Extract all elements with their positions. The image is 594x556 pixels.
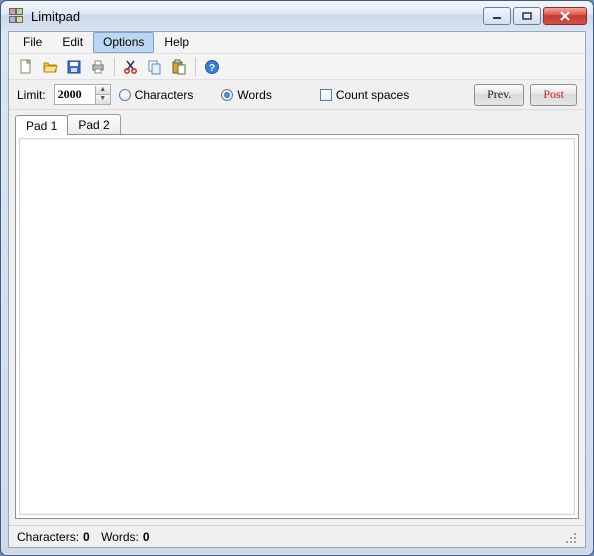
statusbar: Characters: 0 Words: 0 xyxy=(9,525,585,547)
limit-input[interactable] xyxy=(55,87,95,102)
post-button[interactable]: Post xyxy=(530,84,577,106)
tab-body xyxy=(15,134,579,519)
limit-label: Limit: xyxy=(17,88,46,102)
status-words-value: 0 xyxy=(143,530,150,544)
client-area: File Edit Options Help xyxy=(8,31,586,548)
cut-icon[interactable] xyxy=(120,56,142,78)
print-icon[interactable] xyxy=(87,56,109,78)
resize-grip-icon[interactable] xyxy=(563,530,577,544)
toolbar-separator xyxy=(114,58,115,76)
menubar: File Edit Options Help xyxy=(9,32,585,54)
toolbar: ? xyxy=(9,54,585,80)
radio-words[interactable]: Words xyxy=(221,88,271,102)
radio-icon xyxy=(119,89,131,101)
tabs-area: Pad 1 Pad 2 xyxy=(9,110,585,525)
titlebar[interactable]: Limitpad xyxy=(1,1,593,31)
help-icon[interactable]: ? xyxy=(201,56,223,78)
menu-file[interactable]: File xyxy=(13,32,52,53)
copy-icon[interactable] xyxy=(144,56,166,78)
app-window: Limitpad File Edit Options Help xyxy=(0,0,594,556)
editor-textarea[interactable] xyxy=(19,138,575,515)
close-button[interactable] xyxy=(543,7,587,25)
radio-icon xyxy=(221,89,233,101)
radio-words-label: Words xyxy=(237,88,271,102)
save-icon[interactable] xyxy=(63,56,85,78)
tab-pad2[interactable]: Pad 2 xyxy=(67,114,120,134)
prev-button[interactable]: Prev. xyxy=(474,84,524,106)
spinner-down-icon[interactable]: ▼ xyxy=(95,95,110,104)
tab-pad1[interactable]: Pad 1 xyxy=(15,115,68,135)
radio-characters[interactable]: Characters xyxy=(119,88,194,102)
window-title: Limitpad xyxy=(31,9,80,24)
options-bar: Limit: ▲ ▼ Characters Words Count spaces xyxy=(9,80,585,110)
maximize-button[interactable] xyxy=(513,7,541,25)
app-icon xyxy=(9,8,25,24)
limit-spinner[interactable]: ▲ ▼ xyxy=(54,84,111,105)
status-words-label: Words: xyxy=(101,530,139,544)
open-icon[interactable] xyxy=(39,56,61,78)
tab-strip: Pad 1 Pad 2 xyxy=(15,114,579,134)
paste-icon[interactable] xyxy=(168,56,190,78)
count-spaces-checkbox[interactable]: Count spaces xyxy=(320,88,409,102)
menu-options[interactable]: Options xyxy=(93,32,154,53)
status-chars-label: Characters: xyxy=(17,530,79,544)
svg-text:?: ? xyxy=(209,63,215,74)
menu-edit[interactable]: Edit xyxy=(52,32,93,53)
new-icon[interactable] xyxy=(15,56,37,78)
minimize-button[interactable] xyxy=(483,7,511,25)
status-chars-value: 0 xyxy=(83,530,90,544)
count-spaces-label: Count spaces xyxy=(336,88,409,102)
toolbar-separator xyxy=(195,58,196,76)
menu-help[interactable]: Help xyxy=(154,32,199,53)
spinner-up-icon[interactable]: ▲ xyxy=(95,86,110,95)
window-controls xyxy=(483,7,587,25)
radio-characters-label: Characters xyxy=(135,88,194,102)
checkbox-icon xyxy=(320,89,332,101)
